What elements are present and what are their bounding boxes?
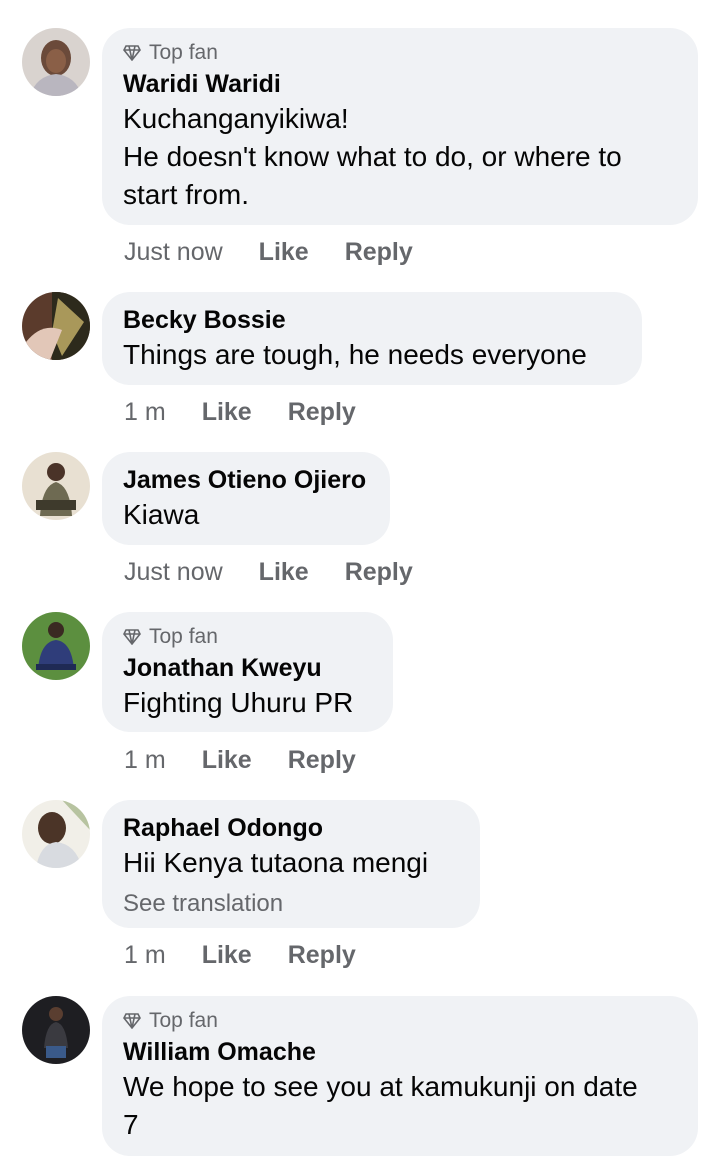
- like-button[interactable]: Like: [259, 558, 309, 587]
- comment-author[interactable]: Jonathan Kweyu: [123, 652, 372, 684]
- avatar-image: [22, 452, 90, 520]
- like-button[interactable]: Like: [202, 746, 252, 775]
- comment-author[interactable]: Becky Bossie: [123, 304, 621, 336]
- avatar-image: [22, 996, 90, 1064]
- avatar[interactable]: [22, 28, 90, 96]
- comment-author[interactable]: James Otieno Ojiero: [123, 464, 369, 496]
- comment-actions: Just now Like Reply: [124, 558, 413, 587]
- comment-actions: 1 m Like Reply: [124, 941, 356, 970]
- comment-text: Fighting Uhuru PR: [123, 687, 354, 718]
- avatar-image: [22, 28, 90, 96]
- comment-bubble: Becky Bossie Things are tough, he needs …: [102, 292, 642, 385]
- reply-button[interactable]: Reply: [345, 238, 413, 267]
- comment-text: Kuchanganyikiwa! He doesn't know what to…: [123, 103, 622, 210]
- like-button[interactable]: Like: [259, 238, 309, 267]
- avatar-image: [22, 800, 90, 868]
- comment-text: Hii Kenya tutaona mengi: [123, 847, 429, 878]
- like-button[interactable]: Like: [202, 398, 252, 427]
- comment-text: Kiawa: [123, 499, 200, 530]
- avatar[interactable]: [22, 452, 90, 520]
- see-translation-link[interactable]: See translation: [123, 888, 459, 920]
- comment-text: We hope to see you at kamukunji on date …: [123, 1071, 638, 1140]
- comment-time[interactable]: Just now: [124, 558, 223, 587]
- comment-author[interactable]: Raphael Odongo: [123, 812, 459, 844]
- diamond-icon: [123, 1013, 141, 1029]
- top-fan-badge: Top fan: [123, 624, 372, 650]
- reply-button[interactable]: Reply: [288, 746, 356, 775]
- comment-author[interactable]: William Omache: [123, 1036, 677, 1068]
- avatar[interactable]: [22, 996, 90, 1064]
- comment-time[interactable]: Just now: [124, 238, 223, 267]
- comment-bubble: James Otieno Ojiero Kiawa: [102, 452, 390, 545]
- top-fan-label: Top fan: [149, 1009, 218, 1032]
- avatar[interactable]: [22, 612, 90, 680]
- comment-actions: 1 m Like Reply: [124, 398, 356, 427]
- top-fan-label: Top fan: [149, 41, 218, 64]
- like-button[interactable]: Like: [202, 941, 252, 970]
- diamond-icon: [123, 629, 141, 645]
- comment-bubble: Raphael Odongo Hii Kenya tutaona mengi S…: [102, 800, 480, 928]
- avatar[interactable]: [22, 292, 90, 360]
- comment-time[interactable]: 1 m: [124, 941, 166, 970]
- reply-button[interactable]: Reply: [288, 398, 356, 427]
- top-fan-label: Top fan: [149, 625, 218, 648]
- comment-bubble: Top fan Jonathan Kweyu Fighting Uhuru PR: [102, 612, 393, 732]
- comment-bubble: Top fan William Omache We hope to see yo…: [102, 996, 698, 1156]
- comment-bubble: Top fan Waridi Waridi Kuchanganyikiwa! H…: [102, 28, 698, 225]
- reply-button[interactable]: Reply: [288, 941, 356, 970]
- comment-author[interactable]: Waridi Waridi: [123, 68, 677, 100]
- top-fan-badge: Top fan: [123, 1008, 677, 1034]
- top-fan-badge: Top fan: [123, 40, 677, 66]
- comment-text: Things are tough, he needs everyone: [123, 339, 587, 370]
- avatar-image: [22, 292, 90, 360]
- comment-actions: 1 m Like Reply: [124, 746, 356, 775]
- comment-time[interactable]: 1 m: [124, 398, 166, 427]
- avatar-image: [22, 612, 90, 680]
- comment-actions: Just now Like Reply: [124, 238, 413, 267]
- diamond-icon: [123, 45, 141, 61]
- avatar[interactable]: [22, 800, 90, 868]
- reply-button[interactable]: Reply: [345, 558, 413, 587]
- comment-time[interactable]: 1 m: [124, 746, 166, 775]
